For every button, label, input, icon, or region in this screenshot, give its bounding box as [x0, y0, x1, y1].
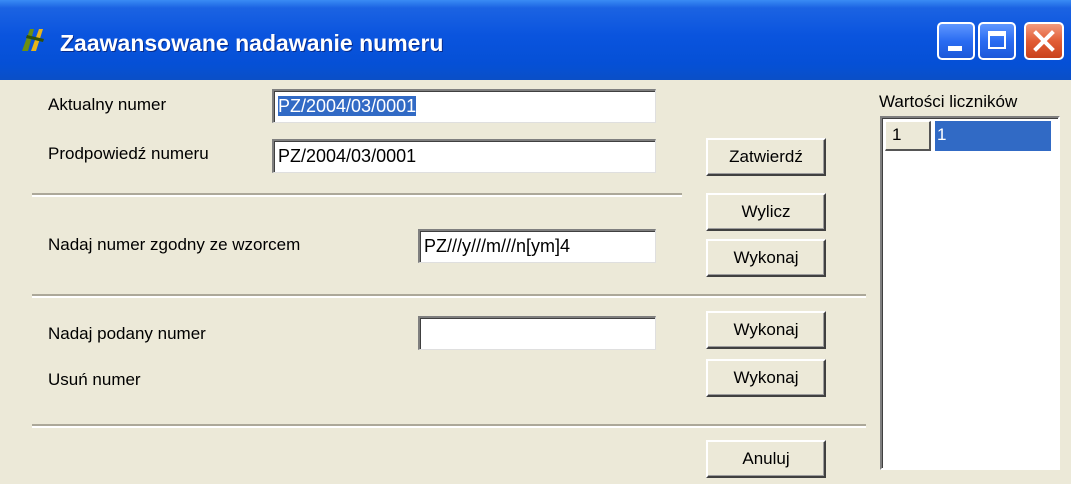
confirm-button[interactable]: Zatwierdź [706, 138, 826, 176]
cancel-button[interactable]: Anuluj [706, 440, 826, 478]
execute-remove-button[interactable]: Wykonaj [706, 359, 826, 397]
execute-given-button[interactable]: Wykonaj [706, 311, 826, 349]
suggested-number-label: Prodpowiedź numeru [48, 144, 209, 163]
separator [32, 424, 866, 428]
counter-key: 1 [885, 121, 931, 151]
counters-list[interactable]: 1 1 [880, 116, 1060, 470]
app-icon[interactable] [18, 25, 48, 55]
window-title: Zaawansowane nadawanie numeru [60, 30, 444, 56]
pattern-field[interactable]: PZ///y///m///n[ym]4 [418, 229, 656, 263]
counter-value[interactable]: 1 [935, 121, 1051, 151]
separator [32, 294, 866, 298]
close-button[interactable] [1024, 22, 1064, 60]
maximize-button[interactable] [978, 22, 1016, 60]
remove-number-label: Usuń numer [48, 370, 141, 389]
dialog-window: Zaawansowane nadawanie numeru Aktualny n… [0, 0, 1071, 484]
current-number-label: Aktualny numer [48, 95, 167, 114]
minimize-icon [948, 46, 962, 51]
maximize-icon [988, 31, 1006, 49]
current-number-field[interactable]: PZ/2004/03/0001 [272, 89, 656, 123]
separator [32, 193, 682, 197]
suggested-number-field[interactable]: PZ/2004/03/0001 [272, 139, 656, 173]
given-number-label: Nadaj podany numer [48, 324, 206, 343]
minimize-button[interactable] [937, 22, 975, 60]
title-bar[interactable]: Zaawansowane nadawanie numeru [0, 0, 1071, 80]
current-number-value: PZ/2004/03/0001 [278, 96, 417, 116]
execute-pattern-button[interactable]: Wykonaj [706, 239, 826, 277]
pattern-label: Nadaj numer zgodny ze wzorcem [48, 235, 301, 254]
counters-title: Wartości liczników [879, 92, 1018, 111]
given-number-field[interactable] [418, 316, 656, 350]
close-icon [1033, 30, 1055, 52]
list-item[interactable]: 1 1 [885, 121, 1053, 151]
calculate-button[interactable]: Wylicz [706, 193, 826, 231]
